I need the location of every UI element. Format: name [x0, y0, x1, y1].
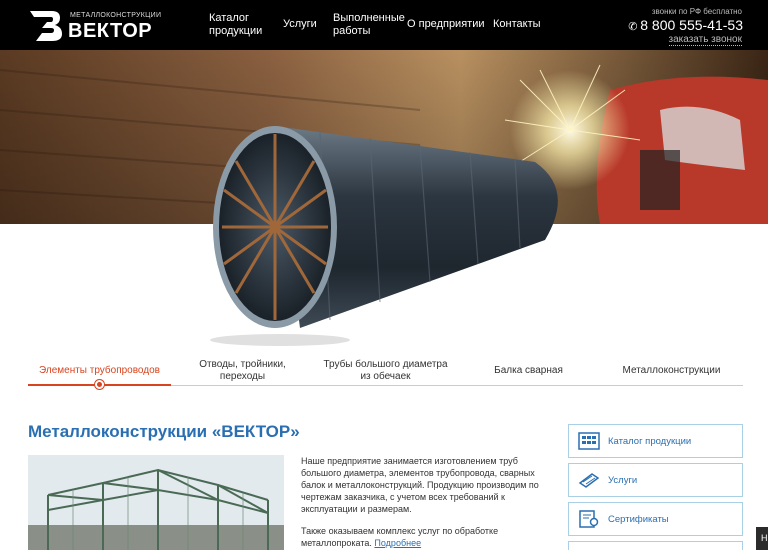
phone-icon: ✆: [628, 21, 638, 33]
services-icon: [578, 473, 600, 488]
phone-note: звонки по РФ бесплатно: [651, 7, 742, 16]
logo-name: ВЕКТОР: [68, 20, 153, 42]
nav-works[interactable]: Выполненные работы: [333, 12, 405, 38]
phone-number[interactable]: ✆ 8 800 555-41-53: [628, 17, 743, 33]
callback-link[interactable]: заказать звонок: [668, 34, 742, 46]
sidebar-catalog-button[interactable]: Каталог продукции: [568, 424, 743, 458]
active-tab-dot: [95, 380, 104, 389]
sidebar-certificates-label: Сертификаты: [608, 513, 669, 525]
sidebar-more-button[interactable]: [568, 541, 743, 550]
hero-image: [0, 50, 768, 346]
logo-icon: [30, 11, 62, 41]
sidebar-services-label: Услуги: [608, 474, 638, 486]
page-title: Металлоконструкции «ВЕКТОР»: [28, 422, 300, 441]
structure-image: [28, 455, 284, 550]
sidebar-services-button[interactable]: Услуги: [568, 463, 743, 497]
sidebar-certificates-button[interactable]: Сертификаты: [568, 502, 743, 536]
tab-welded-beam[interactable]: Балка сварная: [457, 356, 600, 386]
logo-subtitle: МЕТАЛЛОКОНСТРУКЦИИ: [70, 12, 162, 19]
phone-text: 8 800 555-41-53: [640, 17, 743, 33]
tab-bends-tees[interactable]: Отводы, тройники, переходы: [171, 356, 314, 386]
more-link[interactable]: Подробнее: [374, 538, 421, 548]
structure-photo: [28, 455, 284, 550]
intro-paragraph-2: Также оказываем комплекс услуг по обрабо…: [301, 525, 551, 549]
tab-large-pipes[interactable]: Трубы большого диаметра из обечаек: [314, 356, 457, 386]
nav-services[interactable]: Услуги: [283, 18, 317, 31]
chat-widget-button[interactable]: H: [756, 527, 768, 550]
intro-text: Наше предприятие занимается изготовление…: [301, 455, 551, 550]
logo[interactable]: МЕТАЛЛОКОНСТРУКЦИИ ВЕКТОР: [28, 7, 161, 45]
tab-metal-structures[interactable]: Металлоконструкции: [600, 356, 743, 386]
nav-catalog[interactable]: Каталог продукции: [209, 12, 262, 38]
intro-paragraph-1: Наше предприятие занимается изготовление…: [301, 456, 539, 514]
site-header: МЕТАЛЛОКОНСТРУКЦИИ ВЕКТОР Каталог продук…: [0, 0, 768, 50]
certificate-icon: [579, 510, 599, 528]
sidebar-catalog-label: Каталог продукции: [608, 435, 692, 447]
hero-banner: [0, 50, 768, 350]
catalog-icon: [578, 432, 600, 450]
nav-contacts[interactable]: Контакты: [493, 18, 541, 31]
nav-about[interactable]: О предприятии: [407, 18, 484, 31]
product-tabs: Элементы трубопроводов Отводы, тройники,…: [28, 356, 743, 389]
